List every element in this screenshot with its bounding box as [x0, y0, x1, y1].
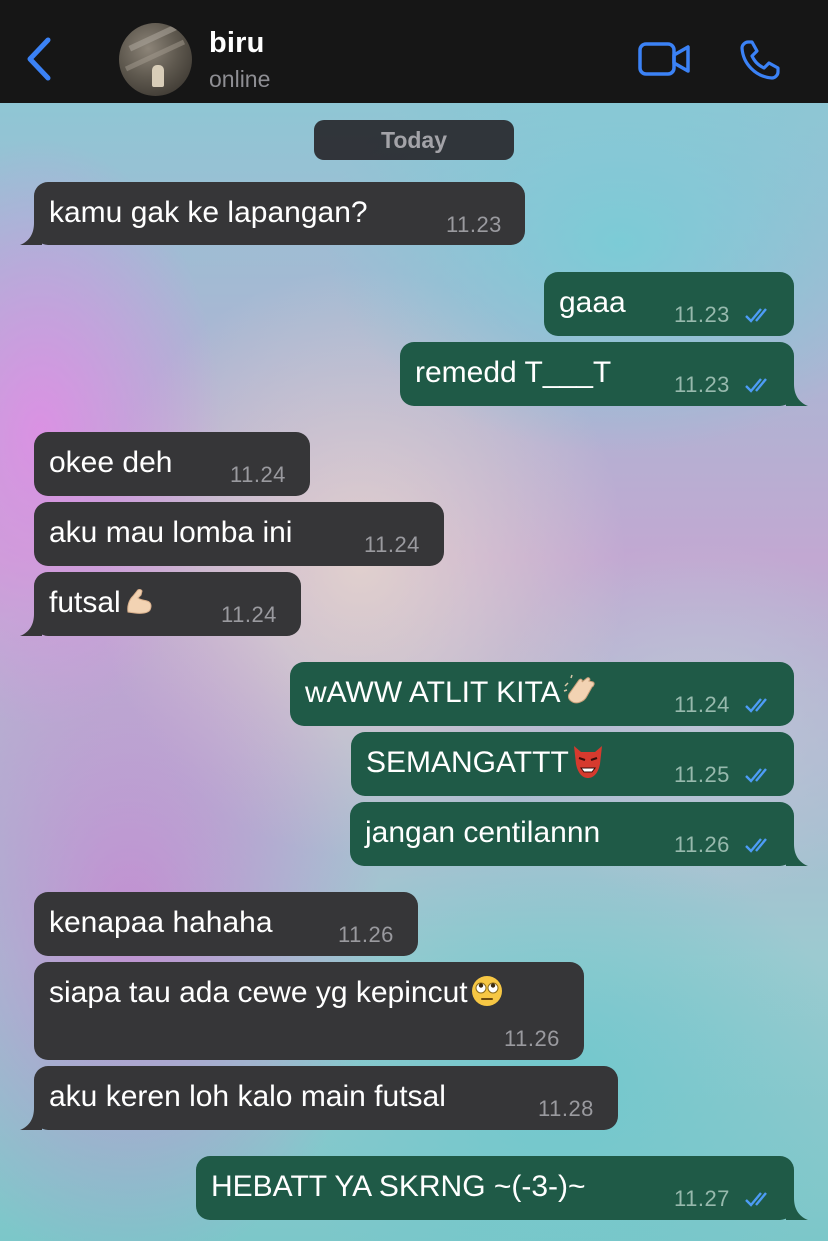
chat-header: biru online: [0, 0, 828, 103]
message-text: kamu gak ke lapangan?: [49, 196, 368, 229]
message-bubble-incoming[interactable]: kamu gak ke lapangan? 11.23: [20, 182, 525, 245]
message-bubble-outgoing[interactable]: gaaa 11.23: [544, 272, 794, 336]
bubble-tail: [786, 844, 808, 866]
message-text: futsal: [49, 586, 155, 620]
message-time: 11.23: [446, 212, 502, 237]
avatar[interactable]: [119, 23, 192, 96]
message-bubble-incoming[interactable]: okee deh 11.24: [34, 432, 310, 496]
goblin-icon: [573, 746, 602, 779]
message-text: remedd T___T: [415, 356, 612, 389]
contact-status: online: [209, 66, 271, 92]
message-time: 11.28: [538, 1096, 594, 1121]
message-bubble-outgoing[interactable]: remedd T___T 11.23: [400, 342, 808, 406]
message-time: 11.24: [221, 602, 277, 627]
message-text: gaaa: [559, 286, 626, 319]
bubble-tail: [786, 384, 808, 406]
message-time: 11.25: [674, 762, 730, 787]
message-text: kenapaa hahaha: [49, 906, 273, 939]
flexed-biceps-icon: [126, 589, 152, 614]
message-text: wAWW ATLIT KITA: [305, 674, 599, 710]
read-ticks-icon: [745, 308, 767, 323]
message-time: 11.26: [504, 1026, 560, 1051]
video-camera-icon[interactable]: [637, 40, 691, 78]
read-ticks-icon: [745, 1192, 767, 1207]
message-text: siapa tau ada cewe yg kepincut: [49, 976, 504, 1010]
face-with-rolling-eyes-icon: [471, 976, 502, 1007]
message-time: 11.24: [230, 462, 286, 487]
bubble-tail: [20, 614, 42, 636]
message-text: SEMANGATTT: [366, 746, 605, 780]
read-ticks-icon: [745, 698, 767, 713]
message-time: 11.23: [674, 372, 730, 397]
message-bubble-incoming[interactable]: aku mau lomba ini 11.24: [34, 502, 444, 566]
message-bubble-outgoing[interactable]: SEMANGATTT 11.25: [351, 732, 794, 796]
message-bubble-incoming[interactable]: kenapaa hahaha 11.26: [34, 892, 418, 956]
read-ticks-icon: [745, 378, 767, 393]
message-time: 11.26: [674, 832, 730, 857]
message-bubble-incoming[interactable]: siapa tau ada cewe yg kepincut 11.26: [34, 962, 584, 1060]
message-time: 11.24: [674, 692, 730, 717]
message-time: 11.26: [338, 922, 394, 947]
message-text: HEBATT YA SKRNG ~(-3-)~: [211, 1170, 586, 1203]
message-time: 11.23: [674, 302, 730, 327]
read-ticks-icon: [745, 768, 767, 783]
message-bubble-outgoing[interactable]: wAWW ATLIT KITA 11.24: [290, 662, 794, 726]
message-text: aku keren loh kalo main futsal: [49, 1080, 446, 1113]
message-bubble-outgoing[interactable]: jangan centilannn 11.26: [350, 802, 808, 866]
message-time: 11.24: [364, 532, 420, 557]
message-bubble-incoming[interactable]: aku keren loh kalo main futsal 11.28: [20, 1066, 618, 1130]
chevron-left-icon[interactable]: [22, 36, 56, 82]
bubble-tail: [786, 1198, 808, 1220]
message-text: jangan centilannn: [365, 816, 601, 849]
message-bubble-outgoing[interactable]: HEBATT YA SKRNG ~(-3-)~ 11.27: [196, 1156, 808, 1220]
bubble-tail: [20, 1108, 42, 1130]
message-text: aku mau lomba ini: [49, 516, 293, 549]
message-bubble-incoming[interactable]: futsal 11.24: [20, 572, 301, 636]
message-text: okee deh: [49, 446, 173, 479]
read-ticks-icon: [745, 838, 767, 853]
clapping-hands-icon: [563, 674, 595, 704]
phone-icon[interactable]: [738, 38, 782, 82]
contact-name[interactable]: biru: [209, 27, 265, 60]
date-separator: Today: [314, 120, 514, 160]
message-time: 11.27: [674, 1186, 730, 1211]
bubble-tail: [20, 223, 42, 245]
